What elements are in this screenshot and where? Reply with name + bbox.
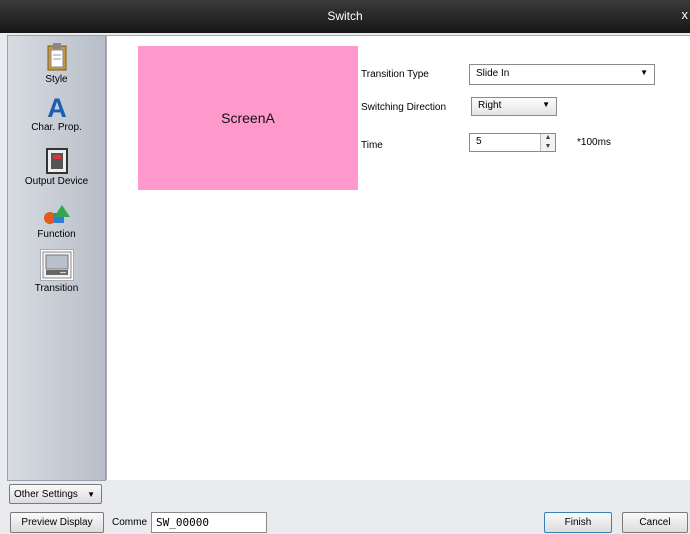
cancel-button[interactable]: Cancel [622, 512, 688, 533]
time-spinner[interactable]: ▲ ▼ [540, 134, 555, 151]
other-settings-label: Other Settings [14, 489, 78, 500]
output-device-icon [45, 148, 68, 174]
chevron-down-icon: ▼ [640, 68, 648, 77]
settings-panel: ScreenA Transition Type Slide In ▼ Switc… [106, 35, 690, 480]
time-stepper[interactable]: 5 ▲ ▼ [469, 133, 556, 152]
switching-direction-label: Switching Direction [361, 102, 447, 113]
sidebar-item-output-device[interactable]: Output Device [8, 148, 105, 187]
switching-direction-select[interactable]: Right ▼ [471, 97, 557, 116]
preview-display-button[interactable]: Preview Display [10, 512, 104, 533]
title-bar: Switch x [0, 0, 690, 33]
svg-text:A: A [47, 94, 67, 120]
sidebar-item-function[interactable]: Function [8, 203, 105, 240]
time-value: 5 [476, 136, 482, 147]
comment-label: Comme [112, 517, 148, 528]
chevron-down-icon: ▼ [542, 100, 550, 109]
time-unit-label: *100ms [577, 137, 611, 148]
comment-value: SW_00000 [156, 516, 209, 529]
finish-button[interactable]: Finish [544, 512, 612, 533]
category-sidebar: Style A Char. Prop. Output Device Functi… [7, 35, 106, 481]
sidebar-item-char-prop[interactable]: A Char. Prop. [8, 94, 105, 133]
window-title: Switch [327, 9, 363, 23]
sidebar-item-transition[interactable]: Transition [8, 249, 105, 294]
transition-icon [39, 249, 74, 281]
letter-a-icon: A [47, 94, 67, 120]
other-settings-button[interactable]: Other Settings ▼ [9, 484, 102, 504]
sidebar-item-label: Output Device [24, 176, 89, 187]
sidebar-item-label: Transition [34, 283, 79, 294]
spin-up-icon[interactable]: ▲ [541, 134, 555, 143]
sidebar-item-label: Char. Prop. [31, 122, 82, 133]
transition-type-label: Transition Type [361, 69, 429, 80]
time-label: Time [361, 140, 383, 151]
screen-preview: ScreenA [138, 46, 358, 190]
switching-direction-value: Right [478, 100, 502, 111]
transition-type-select[interactable]: Slide In ▼ [469, 64, 655, 85]
shapes-icon [43, 205, 70, 224]
sidebar-item-style[interactable]: Style [8, 42, 105, 85]
sidebar-item-label: Function [37, 229, 76, 240]
chevron-down-icon: ▼ [87, 490, 95, 499]
transition-type-value: Slide In [476, 68, 510, 79]
close-icon[interactable]: x [682, 7, 689, 22]
clipboard-icon [47, 43, 66, 71]
comment-field[interactable]: SW_00000 [151, 512, 267, 533]
sidebar-item-label: Style [45, 74, 68, 85]
spin-down-icon[interactable]: ▼ [541, 143, 555, 152]
preview-screen-label: ScreenA [221, 110, 275, 126]
